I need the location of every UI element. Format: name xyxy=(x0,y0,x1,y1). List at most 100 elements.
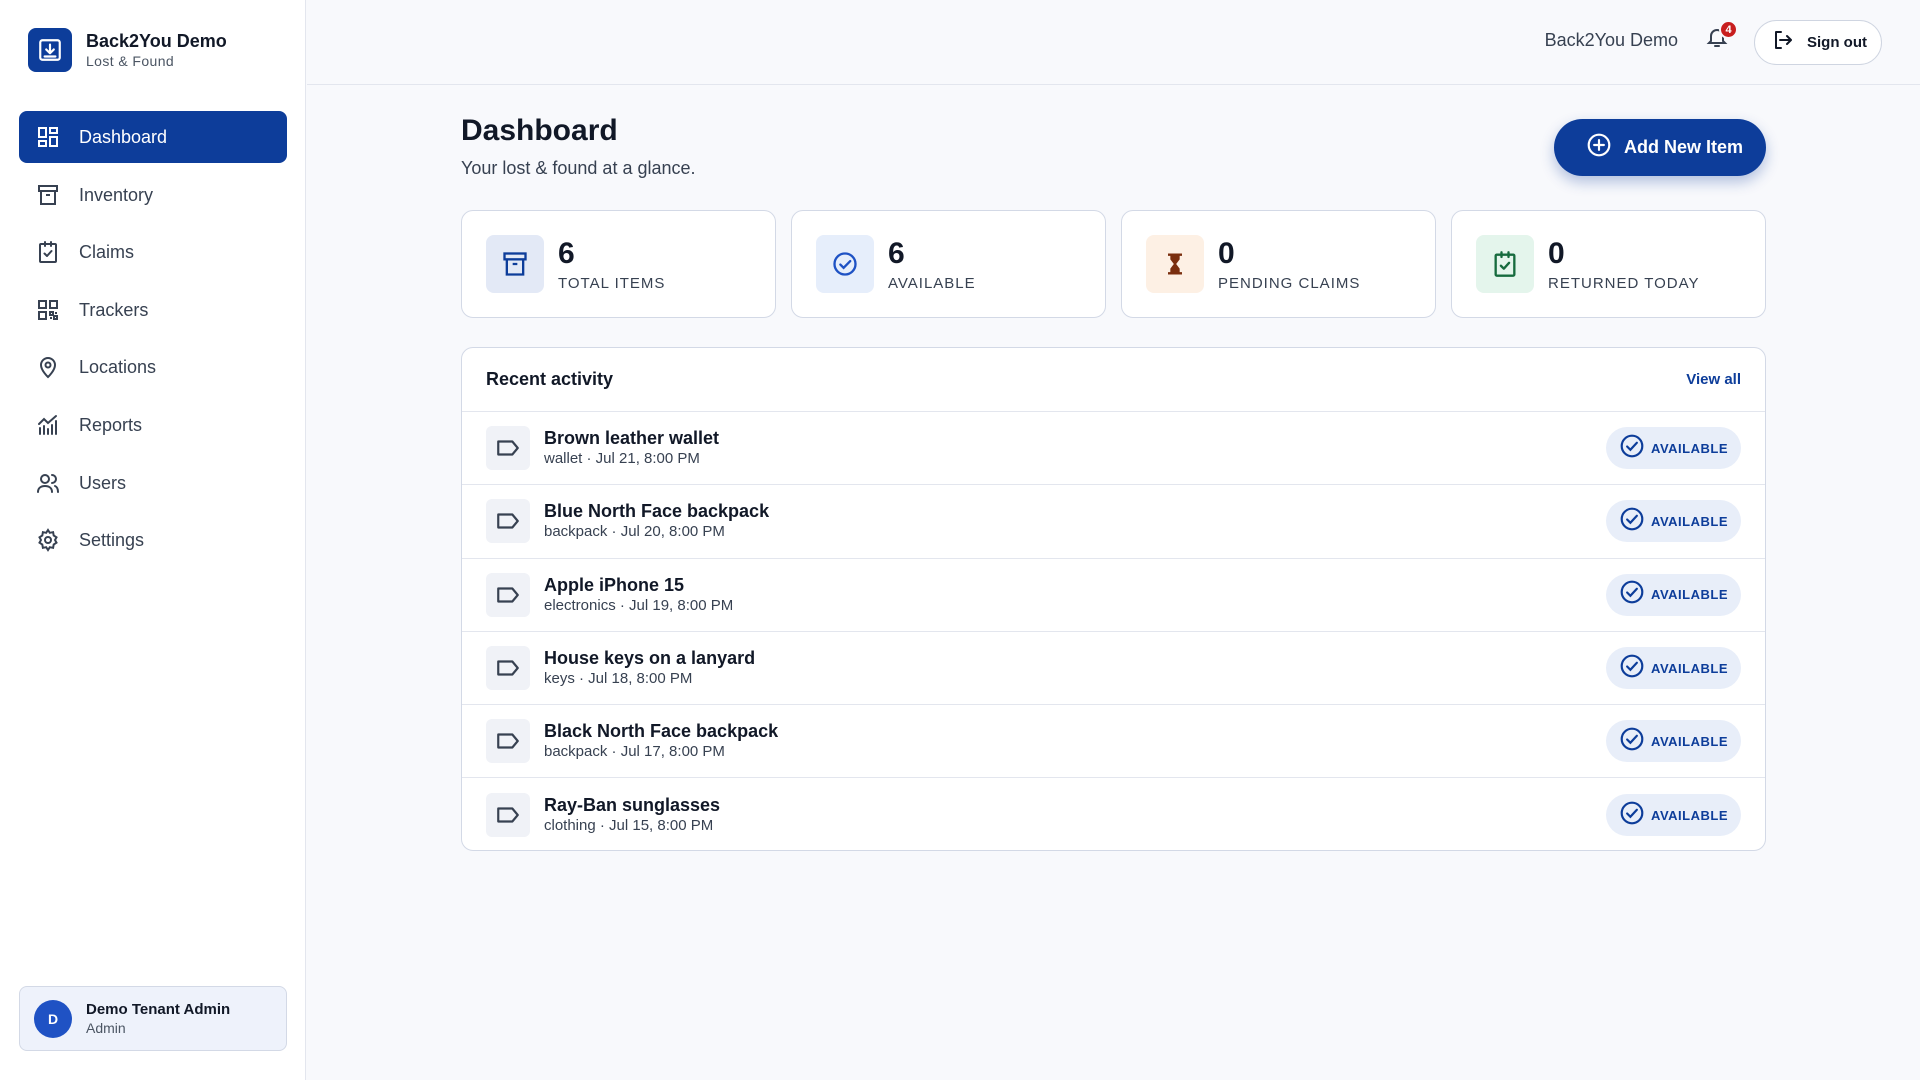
tag-icon xyxy=(486,793,530,838)
item-title: Black North Face backpack xyxy=(544,721,779,742)
stat-value: 6 xyxy=(888,236,905,270)
sign-out-button[interactable]: Sign out xyxy=(1754,20,1882,65)
stat-card-total-items[interactable]: 6 TOTAL ITEMS xyxy=(461,210,776,318)
sidebar-item-label: Users xyxy=(79,472,127,493)
sidebar-item-locations[interactable]: Locations xyxy=(19,341,287,393)
sidebar: Back2You Demo Lost & Found Dashboard Inv… xyxy=(0,0,306,1080)
add-new-item-label: Add New Item xyxy=(1624,137,1744,157)
item-title: Apple iPhone 15 xyxy=(544,574,685,595)
clipboard-check-icon xyxy=(1476,235,1534,293)
recent-activity-panel: Recent activity View all Brown leather w… xyxy=(461,347,1766,851)
logout-icon xyxy=(1771,28,1795,57)
item-meta: keys · Jul 18, 8:00 PM xyxy=(544,670,693,688)
tenant-name: Back2You Demo xyxy=(1544,30,1678,50)
item-title: House keys on a lanyard xyxy=(544,648,756,669)
brand-title: Back2You Demo xyxy=(86,31,227,51)
activity-row[interactable]: House keys on a lanyard keys · Jul 18, 8… xyxy=(462,632,1765,706)
plus-circle-icon xyxy=(1586,132,1612,163)
gear-icon xyxy=(35,527,61,553)
status-label: AVAILABLE xyxy=(1651,660,1728,676)
activity-row[interactable]: Brown leather wallet wallet · Jul 21, 8:… xyxy=(462,412,1765,486)
item-meta: electronics · Jul 19, 8:00 PM xyxy=(544,596,734,614)
sidebar-item-trackers[interactable]: Trackers xyxy=(19,284,287,336)
sidebar-item-settings[interactable]: Settings xyxy=(19,514,287,566)
status-badge: AVAILABLE xyxy=(1606,573,1741,616)
check-circle-icon xyxy=(1619,726,1645,757)
status-badge: AVAILABLE xyxy=(1606,647,1741,690)
sidebar-item-dashboard[interactable]: Dashboard xyxy=(19,111,287,163)
brand-subtitle: Lost & Found xyxy=(86,53,175,69)
item-title: Blue North Face backpack xyxy=(544,501,770,522)
stat-value: 6 xyxy=(558,236,575,270)
archive-box-icon xyxy=(486,235,544,293)
sidebar-item-label: Settings xyxy=(79,530,145,551)
panel-title: Recent activity xyxy=(486,369,614,389)
clipboard-check-icon xyxy=(35,239,61,265)
stat-card-returned-today[interactable]: 0 RETURNED TODAY xyxy=(1451,210,1766,318)
check-circle-icon xyxy=(1619,653,1645,684)
topbar: Back2You Demo 4 Sign out xyxy=(307,0,1920,85)
sidebar-item-label: Trackers xyxy=(79,299,149,320)
tag-icon xyxy=(486,646,530,691)
sidebar-item-claims[interactable]: Claims xyxy=(19,226,287,278)
stat-label: AVAILABLE xyxy=(888,274,976,292)
status-label: AVAILABLE xyxy=(1651,733,1728,749)
stat-value: 0 xyxy=(1218,236,1235,270)
tag-icon xyxy=(486,499,530,544)
status-label: AVAILABLE xyxy=(1651,587,1728,603)
qr-code-icon xyxy=(35,297,61,323)
stat-label: TOTAL ITEMS xyxy=(558,274,666,292)
status-badge: AVAILABLE xyxy=(1606,794,1741,837)
stat-card-available[interactable]: 6 AVAILABLE xyxy=(791,210,1106,318)
status-badge: AVAILABLE xyxy=(1606,500,1741,543)
map-pin-icon xyxy=(35,354,61,380)
activity-row[interactable]: Apple iPhone 15 electronics · Jul 19, 8:… xyxy=(462,559,1765,632)
item-meta: backpack · Jul 17, 8:00 PM xyxy=(544,743,725,761)
check-circle-icon xyxy=(1619,579,1645,610)
inbox-download-icon xyxy=(28,28,72,72)
check-circle-icon xyxy=(1619,800,1645,831)
sidebar-item-inventory[interactable]: Inventory xyxy=(19,169,287,221)
avatar: D xyxy=(34,999,72,1038)
item-meta: clothing · Jul 15, 8:00 PM xyxy=(544,817,714,835)
user-name: Demo Tenant Admin xyxy=(86,1001,231,1018)
activity-row[interactable]: Blue North Face backpack backpack · Jul … xyxy=(462,485,1765,559)
stat-label: PENDING CLAIMS xyxy=(1218,274,1361,292)
notifications-button[interactable]: 4 xyxy=(1702,20,1738,54)
add-new-item-button[interactable]: Add New Item xyxy=(1554,119,1766,176)
item-title: Ray-Ban sunglasses xyxy=(544,795,721,816)
archive-box-icon xyxy=(35,182,61,208)
check-circle-icon xyxy=(816,235,874,293)
status-label: AVAILABLE xyxy=(1651,807,1728,823)
status-badge: AVAILABLE xyxy=(1606,427,1741,470)
view-all-link[interactable]: View all xyxy=(1686,371,1741,388)
stat-label: RETURNED TODAY xyxy=(1548,274,1700,292)
chart-line-icon xyxy=(35,412,61,438)
page-title: Dashboard xyxy=(461,114,618,147)
sidebar-item-users[interactable]: Users xyxy=(19,457,287,509)
stat-value: 0 xyxy=(1548,236,1565,270)
sign-out-label: Sign out xyxy=(1807,34,1867,51)
hourglass-icon xyxy=(1146,235,1204,293)
tag-icon xyxy=(486,719,530,764)
item-meta: backpack · Jul 20, 8:00 PM xyxy=(544,523,725,541)
brand[interactable]: Back2You Demo Lost & Found xyxy=(28,28,227,72)
page-subtitle: Your lost & found at a glance. xyxy=(461,158,696,178)
user-role: Admin xyxy=(86,1020,126,1036)
sidebar-item-label: Claims xyxy=(79,242,135,263)
activity-row[interactable]: Black North Face backpack backpack · Jul… xyxy=(462,705,1765,779)
item-title: Brown leather wallet xyxy=(544,428,720,449)
status-badge: AVAILABLE xyxy=(1606,720,1741,763)
status-label: AVAILABLE xyxy=(1651,440,1728,456)
check-circle-icon xyxy=(1619,433,1645,464)
check-circle-icon xyxy=(1619,506,1645,537)
notification-count-badge: 4 xyxy=(1719,20,1738,39)
user-card[interactable]: D Demo Tenant Admin Admin xyxy=(19,986,287,1051)
sidebar-item-reports[interactable]: Reports xyxy=(19,399,287,451)
stat-card-pending-claims[interactable]: 0 PENDING CLAIMS xyxy=(1121,210,1436,318)
users-icon xyxy=(35,470,61,496)
activity-row[interactable]: Ray-Ban sunglasses clothing · Jul 15, 8:… xyxy=(462,778,1765,850)
status-label: AVAILABLE xyxy=(1651,513,1728,529)
stats-row: 6 TOTAL ITEMS 6 AVAILABLE 0 PENDING CLAI… xyxy=(461,210,1766,318)
sidebar-item-label: Locations xyxy=(79,357,157,378)
